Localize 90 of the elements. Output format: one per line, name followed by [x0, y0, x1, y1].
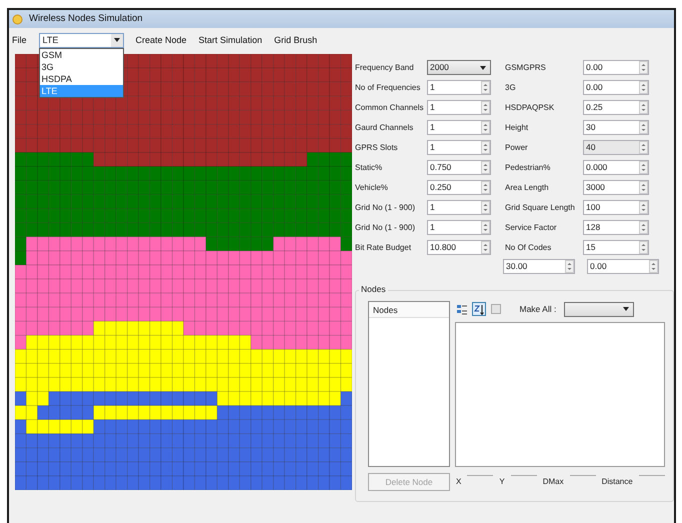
network-dropdown[interactable]: LTE [38, 32, 124, 48]
field-label: GPRS Slots [355, 142, 398, 152]
toolbar-button[interactable] [454, 302, 468, 316]
spinner-arrows-icon [481, 241, 490, 254]
field-label: Power [505, 142, 528, 152]
number-field[interactable]: 128 [583, 220, 649, 235]
make-all-dropdown[interactable] [564, 302, 634, 316]
field-label: Pedestrian% [505, 162, 550, 172]
alphabetical-sort-icon [472, 303, 484, 315]
toolbar-button[interactable] [472, 302, 486, 316]
spinner-arrows-icon [639, 121, 648, 134]
dropdown-arrow-icon [114, 38, 120, 42]
property-grid[interactable] [454, 322, 665, 467]
coordinate-label: DMax [542, 477, 564, 487]
number-field[interactable]: 15 [583, 240, 649, 255]
dropdown-arrow-icon [480, 66, 486, 70]
group-title: Nodes [359, 284, 388, 294]
spinner-arrows-icon [481, 161, 490, 174]
spinner-arrows-icon [481, 201, 490, 214]
number-field[interactable]: 0.00 [583, 80, 649, 95]
file-menu[interactable]: File [12, 34, 27, 46]
spinner-arrows-icon [481, 81, 490, 94]
field-label: Height [505, 122, 528, 132]
number-field[interactable]: 0.750 [427, 160, 491, 175]
number-field[interactable]: 0.25 [583, 100, 649, 115]
dropdown-arrow-icon [623, 307, 630, 311]
number-field[interactable]: 30 [583, 120, 649, 135]
field-label: Vehicle% [355, 182, 388, 192]
spinner-arrows-icon [639, 221, 648, 234]
menu-item[interactable]: Grid Brush [274, 34, 318, 46]
window-title: Wireless Nodes Simulation [29, 13, 143, 25]
number-field[interactable]: 0.250 [427, 180, 491, 195]
spinner-arrows-icon [481, 141, 490, 154]
spinner-arrows-icon [639, 101, 648, 114]
number-field[interactable]: 30.00 [503, 259, 575, 274]
number-field[interactable]: 1 [427, 220, 491, 235]
field-label: No Of Codes [505, 242, 552, 252]
field-label: Static% [355, 162, 382, 172]
dropdown-option[interactable]: HSDPA [40, 72, 123, 84]
number-field[interactable]: 0.00 [587, 259, 659, 274]
field-label: Area Length [505, 182, 549, 192]
number-field[interactable]: 0.000 [583, 160, 649, 175]
nodes-listbox[interactable]: Nodes [368, 301, 450, 467]
dropdown-option[interactable]: 3G [40, 60, 123, 72]
make-all-label: Make All : [520, 304, 556, 314]
list-header: Nodes [369, 302, 449, 318]
spinner-arrows-icon [639, 181, 648, 194]
field-label: Gaurd Channels [355, 122, 414, 132]
spinner-arrows-icon [481, 101, 490, 114]
field-label: Bit Rate Budget [355, 242, 412, 252]
spinner-arrows-icon [639, 81, 648, 94]
coordinate-label: Distance [602, 477, 633, 487]
number-field[interactable]: 1 [427, 80, 491, 95]
number-field[interactable]: 1 [427, 200, 491, 215]
spinner-arrows-icon [639, 141, 648, 154]
number-field[interactable]: 1 [427, 120, 491, 135]
field-label: Frequency Band [355, 62, 414, 72]
field-label: Common Channels [355, 102, 424, 112]
field-label: Grid No (1 - 900) [355, 202, 416, 212]
number-field[interactable]: 100 [583, 200, 649, 215]
spinner-arrows-icon [481, 121, 490, 134]
app-icon [12, 14, 23, 24]
spinner-arrows-icon [565, 260, 574, 273]
menu-item[interactable]: Create Node [136, 34, 187, 46]
coordinate-label: Y [499, 477, 505, 487]
spinner-arrows-icon [639, 61, 648, 74]
coordinate-label: X [456, 477, 462, 487]
field-label: Service Factor [505, 222, 557, 232]
spinner-arrows-icon [639, 161, 648, 174]
spinner-arrows-icon [481, 181, 490, 194]
spinner-arrows-icon [649, 260, 658, 273]
field-label: Grid Square Length [505, 202, 575, 212]
field-label: HSDPAQPSK [505, 102, 554, 112]
spinner-arrows-icon [639, 241, 648, 254]
dropdown-field[interactable]: 2000 [427, 60, 491, 75]
field-label: No of Frequencies [355, 82, 420, 92]
menu-item[interactable]: Start Simulation [198, 34, 262, 46]
field-label: Grid No (1 - 900) [355, 222, 416, 232]
dropdown-option[interactable]: GSM [40, 48, 123, 60]
spinner-arrows-icon [639, 201, 648, 214]
spinner-arrows-icon [481, 221, 490, 234]
number-field[interactable]: 1 [427, 100, 491, 115]
field-label: GSMGPRS [505, 62, 546, 72]
field-label: 3G [505, 82, 516, 92]
number-field[interactable]: 3000 [583, 180, 649, 195]
property-pages-icon [490, 303, 502, 315]
number-field[interactable]: 1 [427, 140, 491, 155]
number-field[interactable]: 0.00 [583, 60, 649, 75]
categorized-view-icon [456, 303, 468, 315]
number-field[interactable]: 10.800 [427, 240, 491, 255]
